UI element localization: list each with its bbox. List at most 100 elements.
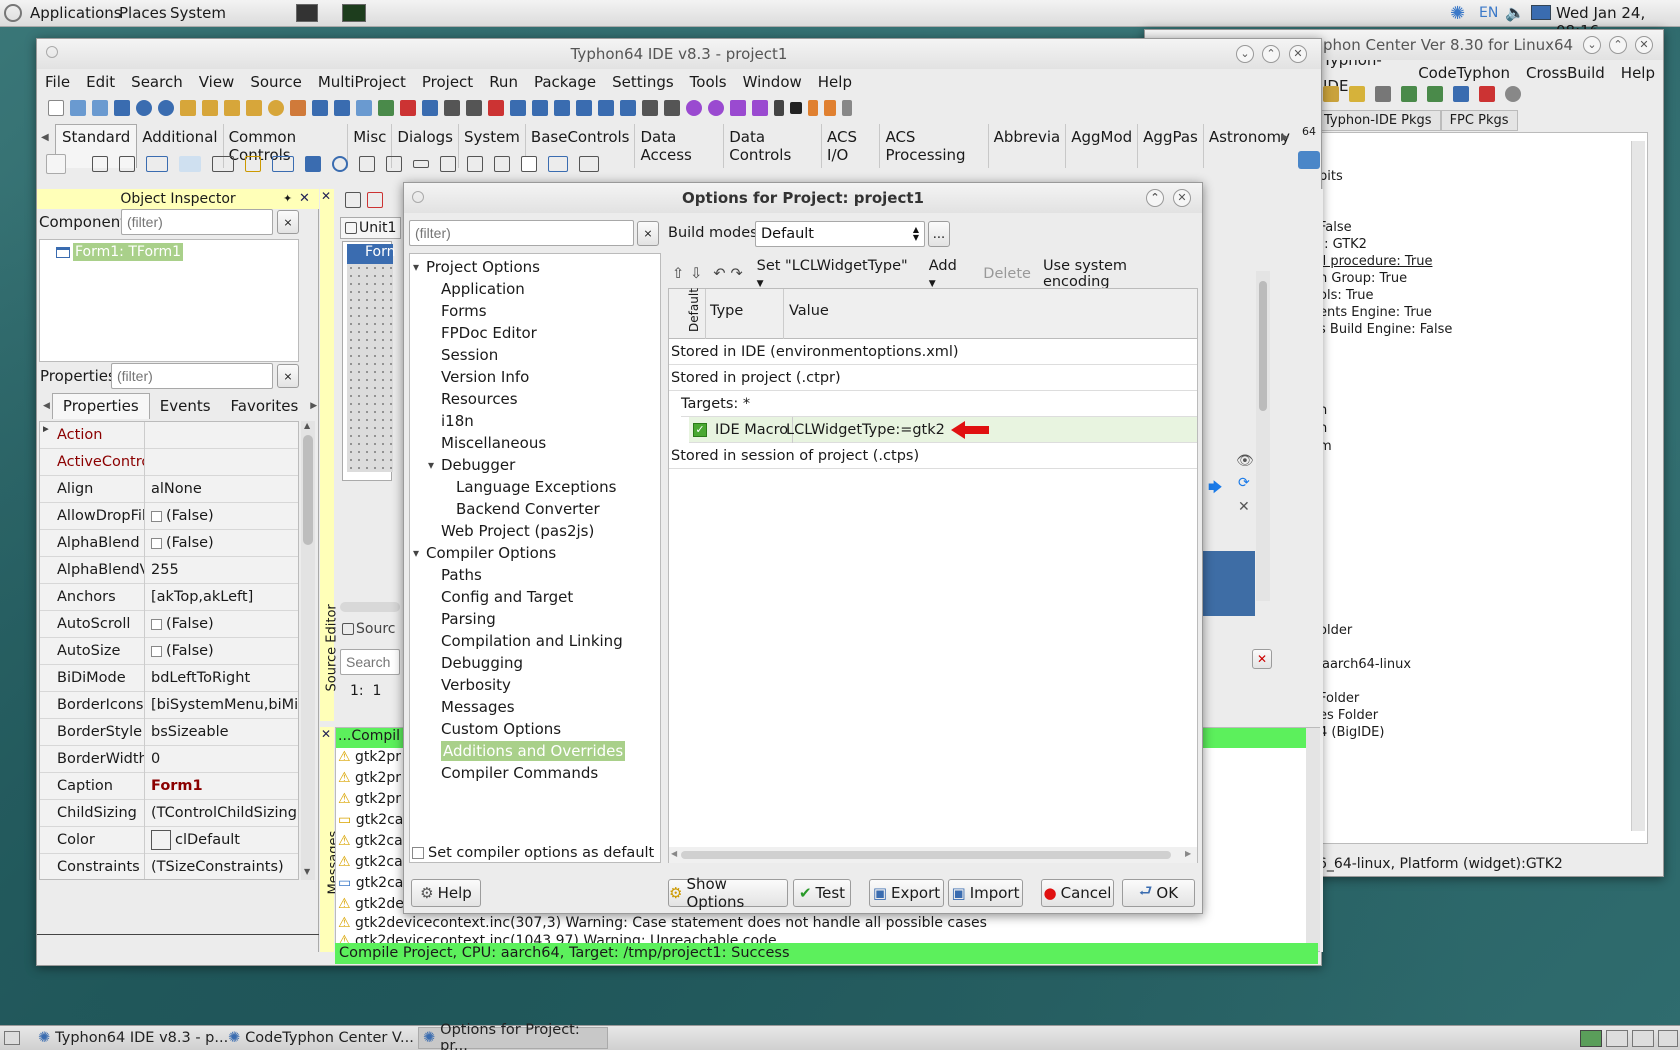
options-tree-item[interactable]: Web Project (pas2js): [410, 520, 660, 542]
palette-left-arrow-icon[interactable]: ◀: [41, 132, 49, 143]
ide-maximize-button[interactable]: ⌃: [1262, 45, 1280, 63]
move-down-icon[interactable]: ⇩: [688, 266, 710, 282]
options-tree-item[interactable]: Parsing: [410, 608, 660, 630]
property-row[interactable]: AutoSize (False): [40, 637, 298, 665]
grid-row-stored-ide[interactable]: Stored in IDE (environmentoptions.xml): [669, 339, 1197, 365]
property-row[interactable]: BorderWidth 0: [40, 745, 298, 773]
scroll-up-arrow-icon[interactable]: ▲: [304, 421, 310, 430]
options-tree-item[interactable]: Config and Target: [410, 586, 660, 608]
panel-icon[interactable]: [521, 156, 537, 172]
source-tool-icon[interactable]: [345, 192, 361, 208]
volume-icon[interactable]: 🔈: [1505, 3, 1525, 22]
scroll-thumb[interactable]: [303, 435, 313, 545]
display-icon[interactable]: [1531, 5, 1551, 20]
gear-icon[interactable]: [686, 100, 702, 116]
label-icon[interactable]: [179, 156, 201, 172]
search-icon[interactable]: [268, 100, 284, 116]
property-value[interactable]: (TSizeConstraints): [145, 859, 298, 875]
message-line[interactable]: ⚠ gtk2pr: [338, 749, 401, 765]
window-icon[interactable]: [466, 100, 482, 116]
grid-hscroll[interactable]: ◀ ▶: [669, 847, 1197, 863]
property-row[interactable]: Color clDefault: [40, 826, 298, 854]
options-tree-item[interactable]: Application: [410, 278, 660, 300]
build-icon[interactable]: [290, 100, 306, 116]
distro-logo-icon[interactable]: [4, 4, 22, 22]
cancel-button[interactable]: ● Cancel: [1041, 879, 1114, 907]
property-row[interactable]: ▸ Constraints (TSizeConstraints): [40, 422, 298, 879]
button-icon[interactable]: [146, 156, 168, 172]
menu-search[interactable]: Search: [123, 69, 191, 95]
message-line[interactable]: ▭ gtk2ca: [338, 875, 403, 891]
property-checkbox[interactable]: [151, 645, 162, 657]
scroll-right-arrow-icon[interactable]: ▶: [1185, 849, 1191, 858]
property-value[interactable]: (False): [145, 535, 298, 551]
workspace-2[interactable]: [1606, 1030, 1628, 1047]
checkbox-icon[interactable]: [305, 156, 321, 172]
menu-system[interactable]: System: [170, 4, 226, 22]
clear-filter-button[interactable]: ⨯: [277, 210, 299, 234]
options-tree-item[interactable]: Backend Converter: [410, 498, 660, 520]
new-file-icon[interactable]: [48, 100, 64, 116]
center-tool-icon[interactable]: [1375, 86, 1391, 102]
tree-expander-icon[interactable]: ▾: [413, 256, 419, 278]
view-icon[interactable]: [444, 100, 460, 116]
center-menu-help[interactable]: Help: [1613, 60, 1663, 86]
inspect-icon[interactable]: [400, 100, 416, 116]
center-tool-icon[interactable]: [1349, 86, 1365, 102]
palette-tab[interactable]: Abbrevia: [989, 124, 1067, 168]
options-tree-item[interactable]: Version Info: [410, 366, 660, 388]
col-default-header[interactable]: Default: [687, 285, 701, 335]
layout-icon[interactable]: [488, 100, 504, 116]
terminal-launcher-icon[interactable]: [296, 4, 318, 22]
set-default-checkbox[interactable]: [412, 847, 424, 859]
refresh-icon[interactable]: ⟳: [1238, 475, 1250, 491]
tree-expander-icon[interactable]: ▾: [428, 454, 434, 476]
find-icon[interactable]: [136, 100, 152, 116]
palette-tab[interactable]: Data Access: [635, 124, 725, 168]
scroll-left-arrow-icon[interactable]: ◀: [671, 849, 677, 858]
center-tool-icon[interactable]: [1323, 86, 1339, 102]
col-type-header[interactable]: Type: [710, 303, 743, 319]
redo-icon[interactable]: ↷: [728, 266, 750, 282]
options-filter-input[interactable]: [409, 220, 634, 246]
palette-tab[interactable]: ACS Processing: [880, 124, 989, 168]
menu-edit[interactable]: Edit: [78, 69, 123, 95]
property-grid-scrollbar[interactable]: ▲ ▼: [301, 421, 315, 880]
center-menu-codetyphon[interactable]: CodeTyphon: [1410, 60, 1518, 86]
message-line[interactable]: ⚠ gtk2ca: [338, 854, 403, 870]
message-line[interactable]: ⚠ gtk2devicecontext.inc(307,3) Warning: …: [338, 915, 987, 931]
system-monitor-launcher-icon[interactable]: [342, 4, 366, 22]
property-row[interactable]: AlphaBlend (False): [40, 529, 298, 557]
radiobutton-icon[interactable]: [332, 156, 348, 172]
grid-row-stored-session[interactable]: Stored in session of project (.ctps): [669, 443, 1197, 469]
help-button[interactable]: ⚙ Help: [411, 879, 481, 907]
menu-applications[interactable]: Applications: [30, 4, 122, 22]
toggle-icon[interactable]: [180, 100, 196, 116]
add-button[interactable]: Add ▼: [921, 258, 976, 290]
options-tree-item[interactable]: Custom Options: [410, 718, 660, 740]
pause-icon[interactable]: [774, 100, 784, 116]
menu-window[interactable]: Window: [735, 69, 810, 95]
options-tree-item[interactable]: Compilation and Linking: [410, 630, 660, 652]
form-designer-hscroll[interactable]: [340, 602, 400, 612]
import-button[interactable]: ▣ Import: [948, 879, 1023, 907]
property-checkbox[interactable]: [151, 537, 162, 549]
scroll-thumb[interactable]: [681, 851, 1171, 859]
monitor-icon[interactable]: [664, 100, 680, 116]
tree-expander-icon[interactable]: ▾: [413, 542, 419, 564]
taskbar-item-options[interactable]: ✺ Options for Project: pr...: [418, 1022, 608, 1050]
save-icon[interactable]: [312, 100, 328, 116]
property-checkbox[interactable]: [151, 618, 162, 630]
open-icon[interactable]: [92, 100, 108, 116]
memo-icon[interactable]: [245, 156, 261, 172]
property-value[interactable]: [akTop,akLeft]: [145, 589, 298, 605]
source-tool-icon[interactable]: [367, 192, 383, 208]
frame-icon[interactable]: [548, 156, 568, 172]
clear-properties-filter-button[interactable]: ⨯: [277, 364, 299, 388]
undo-icon[interactable]: ↶: [710, 266, 728, 282]
scroll-thumb[interactable]: [1259, 281, 1267, 411]
grid-row-stored-project[interactable]: Stored in project (.ctpr): [669, 365, 1197, 391]
step-out-icon[interactable]: [842, 100, 852, 116]
move-up-icon[interactable]: ⇧: [668, 266, 688, 282]
options-tree-item[interactable]: Messages: [410, 696, 660, 718]
